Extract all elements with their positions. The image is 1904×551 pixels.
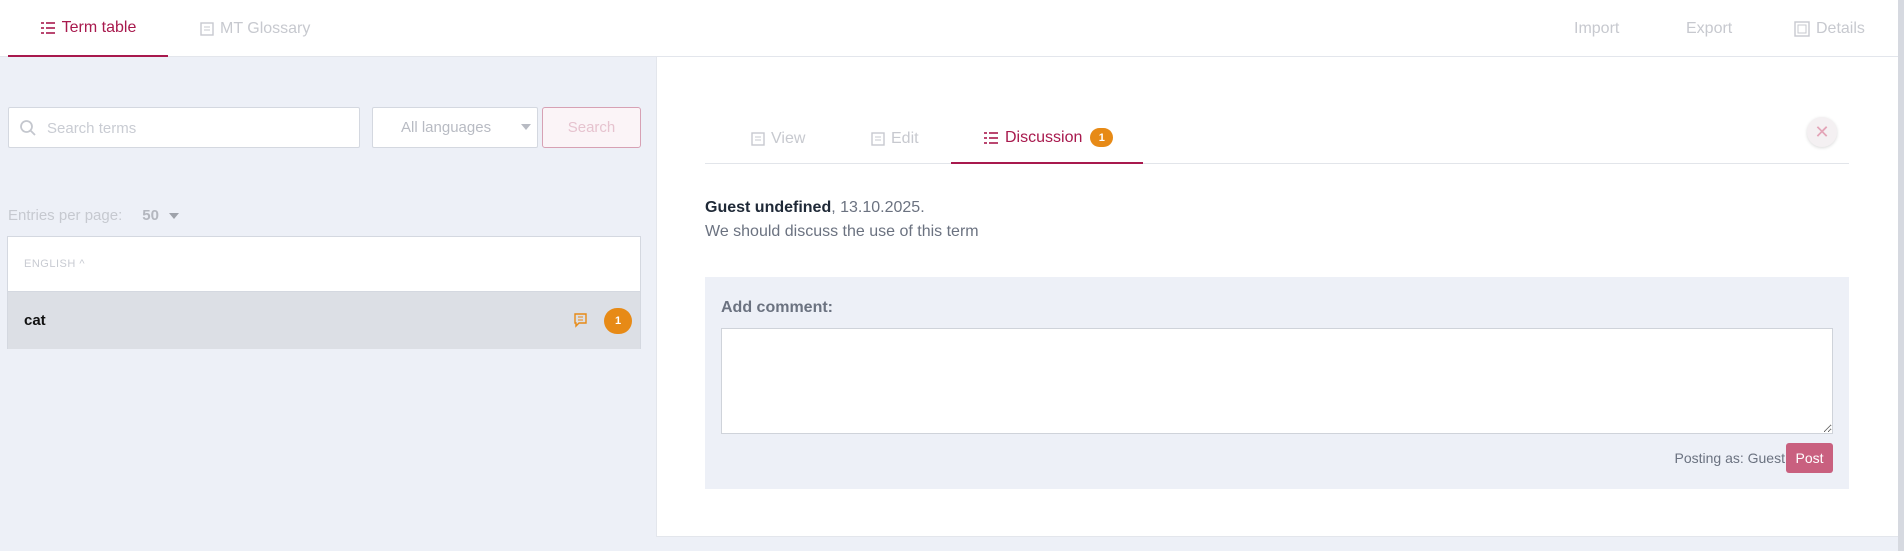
search-button[interactable]: Search xyxy=(542,107,641,148)
chevron-down-icon[interactable] xyxy=(168,212,179,219)
import-label: Import xyxy=(1574,19,1620,37)
close-icon: ✕ xyxy=(1814,121,1830,142)
comment-icon[interactable] xyxy=(572,312,588,328)
tab-view[interactable]: View xyxy=(751,113,805,164)
document-icon xyxy=(200,21,214,36)
posting-as-text: Posting as: Guest xyxy=(1674,450,1785,466)
tab-mt-glossary-label: MT Glossary xyxy=(220,19,311,37)
export-button[interactable]: Export xyxy=(1686,0,1732,57)
comment-date: , 13.10.2025. xyxy=(831,199,925,216)
discussion-count-badge: 1 xyxy=(1090,128,1114,147)
detail-tabs: View Edit Discussion 1 xyxy=(705,113,1849,164)
entries-per-page-value[interactable]: 50 xyxy=(142,207,159,224)
top-navigation: Term table MT Glossary Import Export Det… xyxy=(0,0,1898,57)
close-button[interactable]: ✕ xyxy=(1807,117,1837,147)
column-header-english[interactable]: ENGLISH ^ xyxy=(8,237,640,292)
details-icon xyxy=(1794,20,1810,37)
chevron-down-icon xyxy=(521,124,531,130)
tab-edit-label: Edit xyxy=(891,129,919,147)
list-icon xyxy=(984,131,998,144)
term-text: cat xyxy=(24,312,46,329)
list-icon xyxy=(40,21,55,34)
entries-per-page-label: Entries per page: xyxy=(8,207,123,224)
tab-view-label: View xyxy=(771,129,806,147)
tab-mt-glossary[interactable]: MT Glossary xyxy=(200,0,310,57)
search-input[interactable] xyxy=(47,116,347,140)
comment-textarea[interactable] xyxy=(721,328,1833,434)
column-header-label: ENGLISH ^ xyxy=(24,258,86,270)
language-select[interactable]: All languages xyxy=(372,107,538,148)
comment-author: Guest undefined xyxy=(705,199,832,216)
search-field[interactable] xyxy=(8,107,360,148)
details-label: Details xyxy=(1816,19,1865,37)
add-comment-label: Add comment: xyxy=(721,299,833,316)
details-button[interactable]: Details xyxy=(1794,0,1865,57)
comment-header: Guest undefined, 13.10.2025. xyxy=(705,199,925,217)
window-edge xyxy=(1898,0,1904,551)
export-label: Export xyxy=(1686,19,1733,37)
edit-icon xyxy=(871,131,885,146)
comment-text: We should discuss the use of this term xyxy=(705,223,979,240)
term-table: ENGLISH ^ cat 1 xyxy=(7,236,641,349)
search-icon xyxy=(20,120,36,136)
language-select-value: All languages xyxy=(401,119,492,136)
comment-count-badge: 1 xyxy=(604,308,632,334)
tab-term-table-label: Term table xyxy=(61,18,137,36)
tab-discussion-label: Discussion xyxy=(1005,128,1083,146)
view-icon xyxy=(751,131,765,146)
tab-discussion[interactable]: Discussion 1 xyxy=(951,113,1143,164)
tab-edit[interactable]: Edit xyxy=(871,113,919,164)
post-button[interactable]: Post xyxy=(1786,443,1833,473)
entries-per-page: Entries per page: 50 xyxy=(8,207,179,224)
tab-term-table[interactable]: Term table xyxy=(8,0,168,57)
add-comment-form: Add comment: Posting as: Guest Post xyxy=(705,277,1849,489)
table-row[interactable]: cat 1 xyxy=(8,292,640,349)
import-button[interactable]: Import xyxy=(1574,0,1619,57)
